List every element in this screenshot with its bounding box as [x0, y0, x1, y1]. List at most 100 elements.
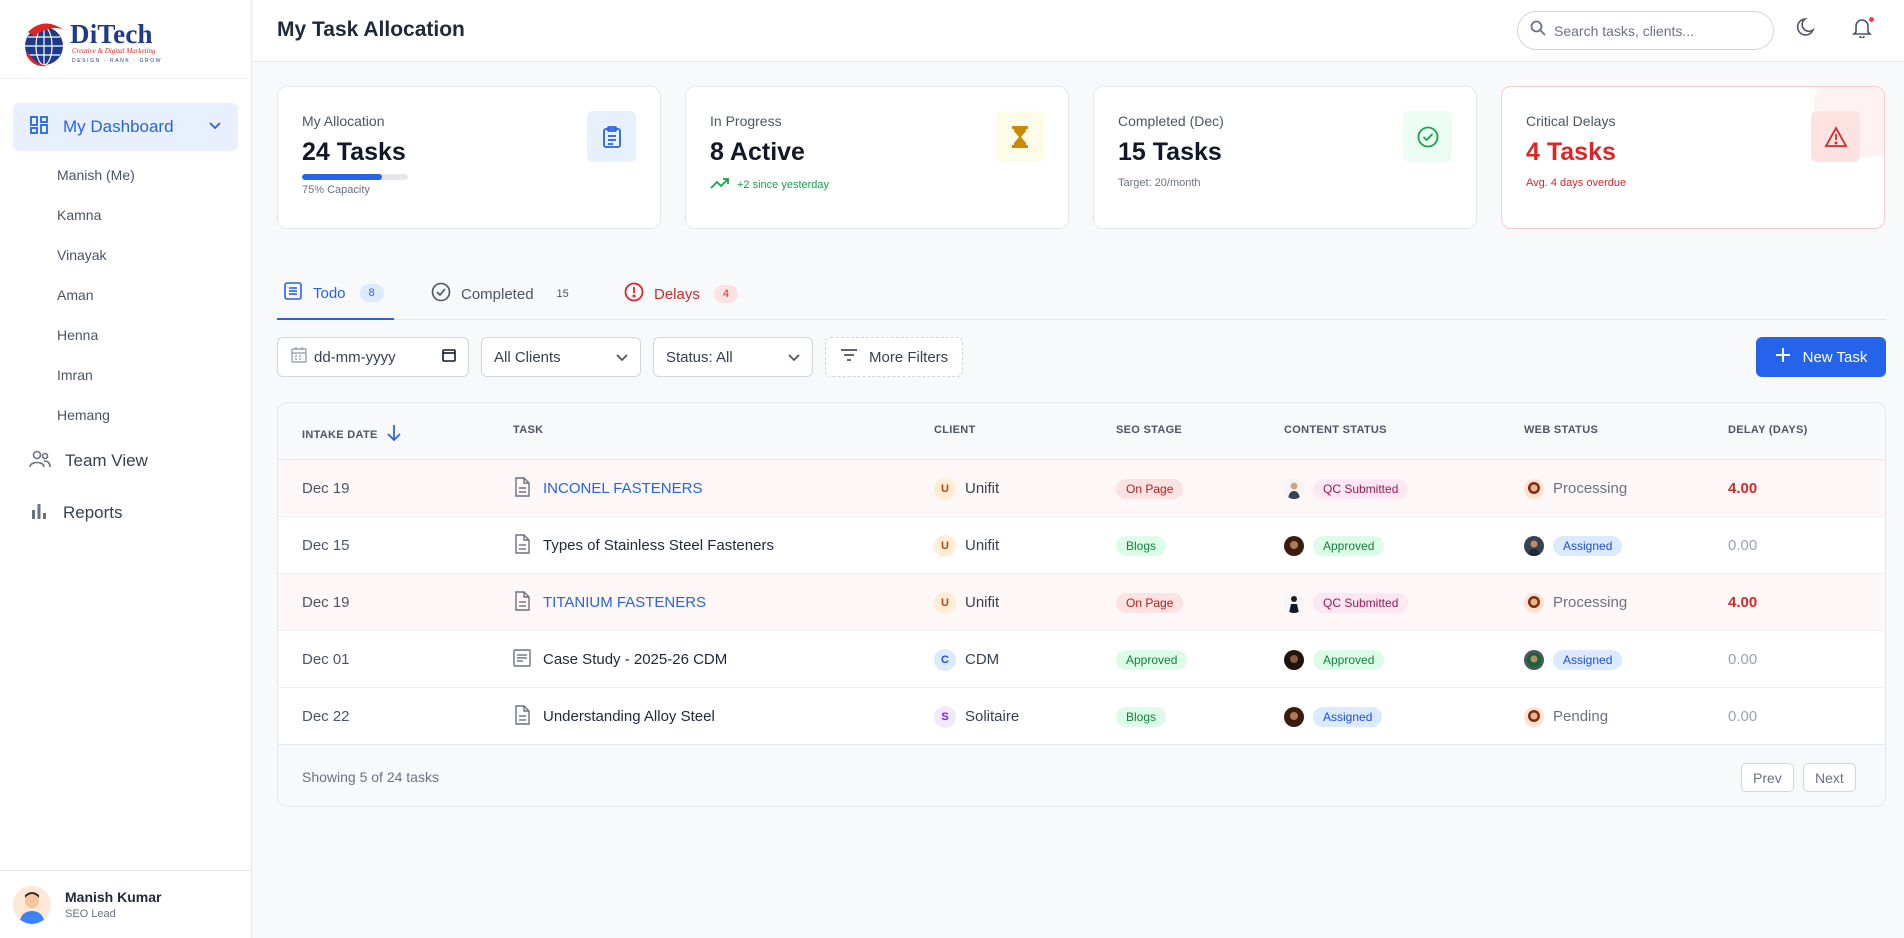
chevron-down-icon: [208, 117, 222, 137]
avatar: [1524, 478, 1544, 499]
card-sub-text: +2 since yesterday: [737, 178, 830, 191]
search-input[interactable]: [1554, 22, 1754, 39]
table-row[interactable]: Dec 15 Types of Stainless Steel Fastener…: [278, 517, 1885, 574]
plus-icon: [1775, 347, 1791, 367]
nav-reports[interactable]: Reports: [0, 487, 251, 539]
row-content-status: Approved: [1284, 517, 1385, 574]
card-sub: +2 since yesterday: [710, 177, 1044, 192]
clipboard-icon: [587, 111, 636, 162]
task-tabs: Todo 8 Completed 15 Delays 4: [277, 268, 1886, 320]
table-row[interactable]: Dec 22 Understanding Alloy Steel S Solit…: [278, 688, 1885, 745]
seo-stage-badge: On Page: [1116, 478, 1184, 499]
date-filter-value: dd-mm-yyyy: [314, 348, 396, 366]
web-status-badge: Assigned: [1553, 649, 1623, 670]
date-filter[interactable]: dd-mm-yyyy: [277, 337, 469, 377]
sidebar-item-aman[interactable]: Aman: [0, 275, 251, 315]
tab-delays[interactable]: Delays 4: [624, 268, 738, 320]
table-row[interactable]: Dec 01 Case Study - 2025-26 CDM C CDM Ap…: [278, 631, 1885, 688]
row-web-status: Pending: [1524, 688, 1608, 745]
sidebar-item-hemang[interactable]: Hemang: [0, 395, 251, 435]
bar-chart-icon: [29, 501, 49, 526]
dark-mode-toggle[interactable]: [1796, 16, 1820, 40]
notification-dot: [1868, 16, 1875, 23]
pagination-summary: Showing 5 of 24 tasks: [302, 769, 439, 785]
sidebar-item-kamna[interactable]: Kamna: [0, 195, 251, 235]
th-client: CLIENT: [934, 424, 976, 436]
row-content-status: QC Submitted: [1284, 460, 1409, 517]
sidebar-item-henna[interactable]: Henna: [0, 315, 251, 355]
date-picker-icon[interactable]: [442, 348, 456, 366]
user-profile[interactable]: Manish Kumar SEO Lead: [0, 870, 252, 938]
row-web-status: Processing: [1524, 460, 1627, 517]
card-value: 8 Active: [710, 138, 805, 166]
status-filter[interactable]: Status: All: [653, 337, 813, 377]
card-label: Critical Delays: [1526, 113, 1616, 129]
document-icon: [513, 704, 531, 729]
prev-button[interactable]: Prev: [1741, 763, 1794, 792]
th-intake-date[interactable]: INTAKE DATE: [302, 424, 402, 445]
sidebar-item-imran[interactable]: Imran: [0, 355, 251, 395]
client-initial: U: [934, 591, 956, 614]
brand-tagline: Creative & Digital Marketing: [72, 47, 156, 55]
logo[interactable]: DiTech Creative & Digital Marketing DESI…: [0, 0, 251, 79]
task-title[interactable]: Case Study - 2025-26 CDM: [543, 651, 727, 668]
notifications-button[interactable]: [1851, 16, 1875, 40]
seo-stage-badge: Approved: [1116, 649, 1188, 670]
row-date: Dec 22: [302, 708, 350, 725]
task-link[interactable]: INCONEL FASTENERS: [543, 480, 702, 497]
row-task[interactable]: Types of Stainless Steel Fasteners: [513, 517, 774, 574]
card-critical-delays: Critical Delays 4 Tasks Avg. 4 days over…: [1501, 86, 1885, 229]
nav-team-view-label: Team View: [65, 451, 148, 470]
more-filters-button[interactable]: More Filters: [825, 337, 963, 377]
row-client: U Unifit: [934, 517, 999, 574]
task-title[interactable]: Understanding Alloy Steel: [543, 708, 715, 725]
card-in-progress: In Progress 8 Active +2 since yesterday: [685, 86, 1069, 229]
next-button[interactable]: Next: [1803, 763, 1856, 792]
tab-todo[interactable]: Todo 8: [277, 268, 394, 320]
row-delay: 0.00: [1728, 708, 1758, 725]
card-value: 15 Tasks: [1118, 138, 1222, 166]
row-date: Dec 01: [302, 651, 350, 668]
task-title[interactable]: Types of Stainless Steel Fasteners: [543, 537, 774, 554]
card-label: My Allocation: [302, 113, 385, 129]
card-completed: Completed (Dec) 15 Tasks Target: 20/mont…: [1093, 86, 1477, 229]
warning-icon: [1811, 111, 1860, 162]
row-task[interactable]: INCONEL FASTENERS: [513, 460, 702, 517]
avatar: [1524, 706, 1544, 727]
hourglass-icon: [995, 111, 1044, 162]
client-initial: U: [934, 534, 956, 557]
card-value: 24 Tasks: [302, 138, 406, 166]
avatar: [1284, 592, 1304, 613]
web-status-text: Pending: [1553, 708, 1609, 725]
th-task: TASK: [513, 424, 544, 436]
avatar: [1284, 649, 1304, 670]
clients-filter[interactable]: All Clients: [481, 337, 641, 377]
new-task-button[interactable]: New Task: [1756, 337, 1886, 377]
sidebar-item-manish[interactable]: Manish (Me): [0, 155, 251, 195]
web-status-badge: Assigned: [1553, 535, 1623, 556]
row-web-status: Assigned: [1524, 631, 1623, 688]
row-task[interactable]: TITANIUM FASTENERS: [513, 574, 706, 631]
tab-completed[interactable]: Completed 15: [431, 268, 578, 320]
table-header: INTAKE DATE TASK CLIENT SEO STAGE CONTEN…: [278, 403, 1885, 460]
calendar-icon: [290, 346, 308, 368]
task-link[interactable]: TITANIUM FASTENERS: [543, 594, 706, 611]
nav-my-dashboard[interactable]: My Dashboard: [13, 103, 238, 151]
search-box[interactable]: [1517, 11, 1774, 50]
chevron-down-icon: [786, 349, 802, 369]
client-name: Unifit: [965, 480, 1000, 497]
capacity-progress-bar: [302, 174, 408, 180]
th-web-status: WEB STATUS: [1524, 424, 1599, 436]
nav-team-view[interactable]: Team View: [0, 435, 251, 487]
row-task[interactable]: Case Study - 2025-26 CDM: [513, 631, 727, 688]
sidebar-item-vinayak[interactable]: Vinayak: [0, 235, 251, 275]
table-row[interactable]: Dec 19 INCONEL FASTENERS U Unifit On Pag…: [278, 460, 1885, 517]
row-delay: 0.00: [1728, 651, 1758, 668]
client-name: Unifit: [965, 594, 1000, 611]
row-task[interactable]: Understanding Alloy Steel: [513, 688, 715, 745]
table-row[interactable]: Dec 19 TITANIUM FASTENERS U Unifit On Pa…: [278, 574, 1885, 631]
tab-todo-label: Todo: [313, 284, 346, 302]
row-date: Dec 15: [302, 537, 350, 554]
avatar: [1524, 649, 1544, 670]
client-name: Unifit: [965, 537, 1000, 554]
